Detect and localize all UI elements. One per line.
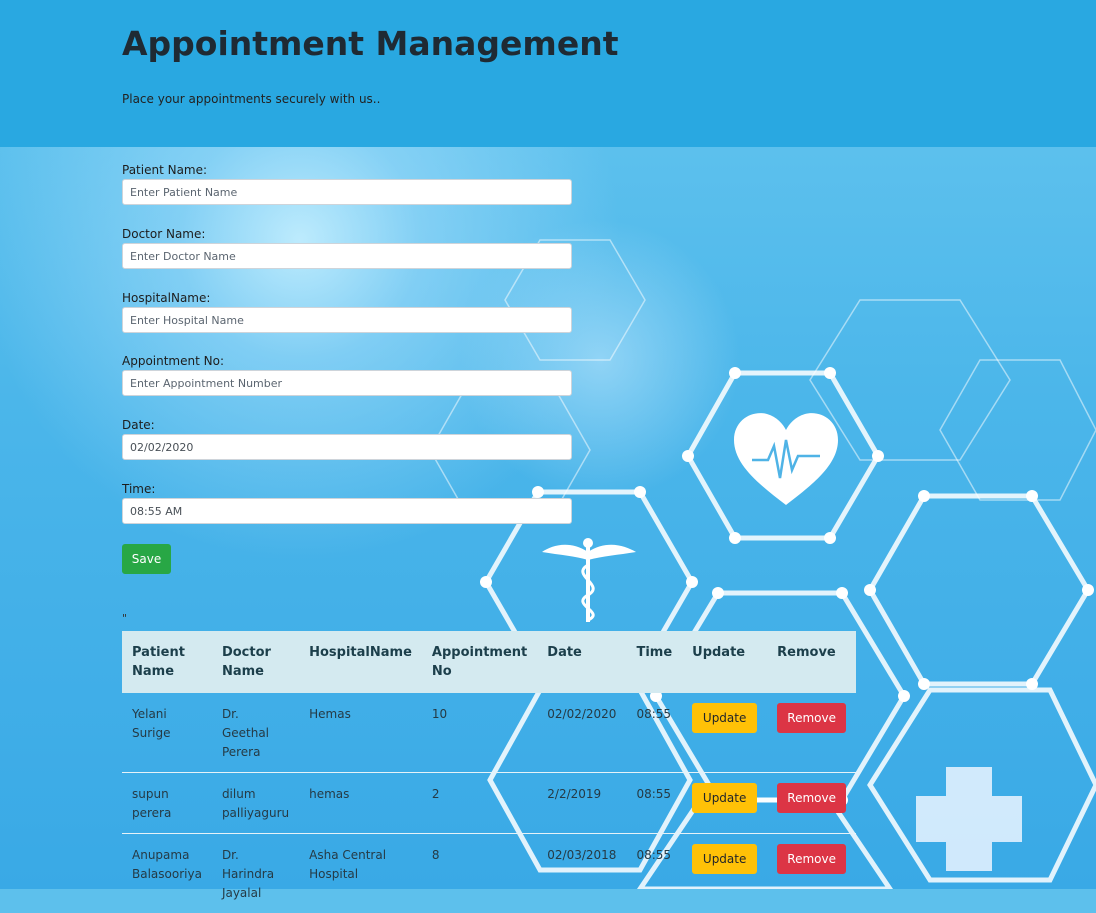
- table-row: Yelani Surige Dr. Geethal Perera Hemas 1…: [122, 693, 856, 773]
- cell-patient-name: supun perera: [122, 773, 212, 834]
- cell-date: 02/03/2018: [537, 834, 626, 913]
- heart-pulse-icon: [734, 413, 838, 505]
- cell-time: 08:55: [626, 773, 682, 834]
- cell-doctor-name: Dr. Harindra Jayalal: [212, 834, 299, 913]
- cell-appointment-no: 2: [422, 773, 537, 834]
- remove-button[interactable]: Remove: [777, 703, 846, 733]
- table-row: supun perera dilum palliyaguru hemas 2 2…: [122, 773, 856, 834]
- remove-button[interactable]: Remove: [777, 783, 846, 813]
- col-appointment-no: Appointment No: [422, 631, 537, 693]
- header-jumbotron: Appointment Management Place your appoin…: [0, 0, 1096, 147]
- cell-patient-name: Yelani Surige: [122, 693, 212, 773]
- remove-button[interactable]: Remove: [777, 844, 846, 874]
- cell-hospital-name: Hemas: [299, 693, 422, 773]
- time-label: Time:: [122, 482, 155, 496]
- hospital-name-input[interactable]: [122, 307, 572, 333]
- update-button[interactable]: Update: [692, 703, 757, 733]
- date-input[interactable]: [122, 434, 572, 460]
- page-subtitle: Place your appointments securely with us…: [122, 92, 380, 106]
- stray-text: ": [122, 612, 127, 625]
- cell-time: 08:55: [626, 834, 682, 913]
- cell-update: Update: [682, 834, 767, 913]
- cell-date: 02/02/2020: [537, 693, 626, 773]
- appointment-no-label: Appointment No:: [122, 354, 224, 368]
- table-row: Anupama Balasooriya Dr. Harindra Jayalal…: [122, 834, 856, 913]
- update-button[interactable]: Update: [692, 783, 757, 813]
- table-header-row: Patient Name Doctor Name HospitalName Ap…: [122, 631, 856, 693]
- page-title: Appointment Management: [122, 24, 618, 63]
- col-time: Time: [626, 631, 682, 693]
- col-hospital-name: HospitalName: [299, 631, 422, 693]
- cell-remove: Remove: [767, 693, 856, 773]
- update-button[interactable]: Update: [692, 844, 757, 874]
- cell-patient-name: Anupama Balasooriya: [122, 834, 212, 913]
- cell-appointment-no: 10: [422, 693, 537, 773]
- cell-hospital-name: Asha Central Hospital: [299, 834, 422, 913]
- cell-update: Update: [682, 773, 767, 834]
- caduceus-icon: [542, 538, 636, 622]
- cell-remove: Remove: [767, 834, 856, 913]
- cell-remove: Remove: [767, 773, 856, 834]
- doctor-name-input[interactable]: [122, 243, 572, 269]
- save-button[interactable]: Save: [122, 544, 171, 574]
- col-patient-name: Patient Name: [122, 631, 212, 693]
- appointments-table: Patient Name Doctor Name HospitalName Ap…: [122, 631, 856, 913]
- col-date: Date: [537, 631, 626, 693]
- col-doctor-name: Doctor Name: [212, 631, 299, 693]
- cell-doctor-name: Dr. Geethal Perera: [212, 693, 299, 773]
- cell-appointment-no: 8: [422, 834, 537, 913]
- cell-update: Update: [682, 693, 767, 773]
- doctor-name-label: Doctor Name:: [122, 227, 205, 241]
- medical-cross-icon: [916, 767, 1022, 871]
- patient-name-label: Patient Name:: [122, 163, 207, 177]
- patient-name-input[interactable]: [122, 179, 572, 205]
- hospital-name-label: HospitalName:: [122, 291, 210, 305]
- cell-date: 2/2/2019: [537, 773, 626, 834]
- col-remove: Remove: [767, 631, 856, 693]
- col-update: Update: [682, 631, 767, 693]
- date-label: Date:: [122, 418, 155, 432]
- cell-time: 08:55: [626, 693, 682, 773]
- cell-doctor-name: dilum palliyaguru: [212, 773, 299, 834]
- appointment-no-input[interactable]: [122, 370, 572, 396]
- cell-hospital-name: hemas: [299, 773, 422, 834]
- time-input[interactable]: [122, 498, 572, 524]
